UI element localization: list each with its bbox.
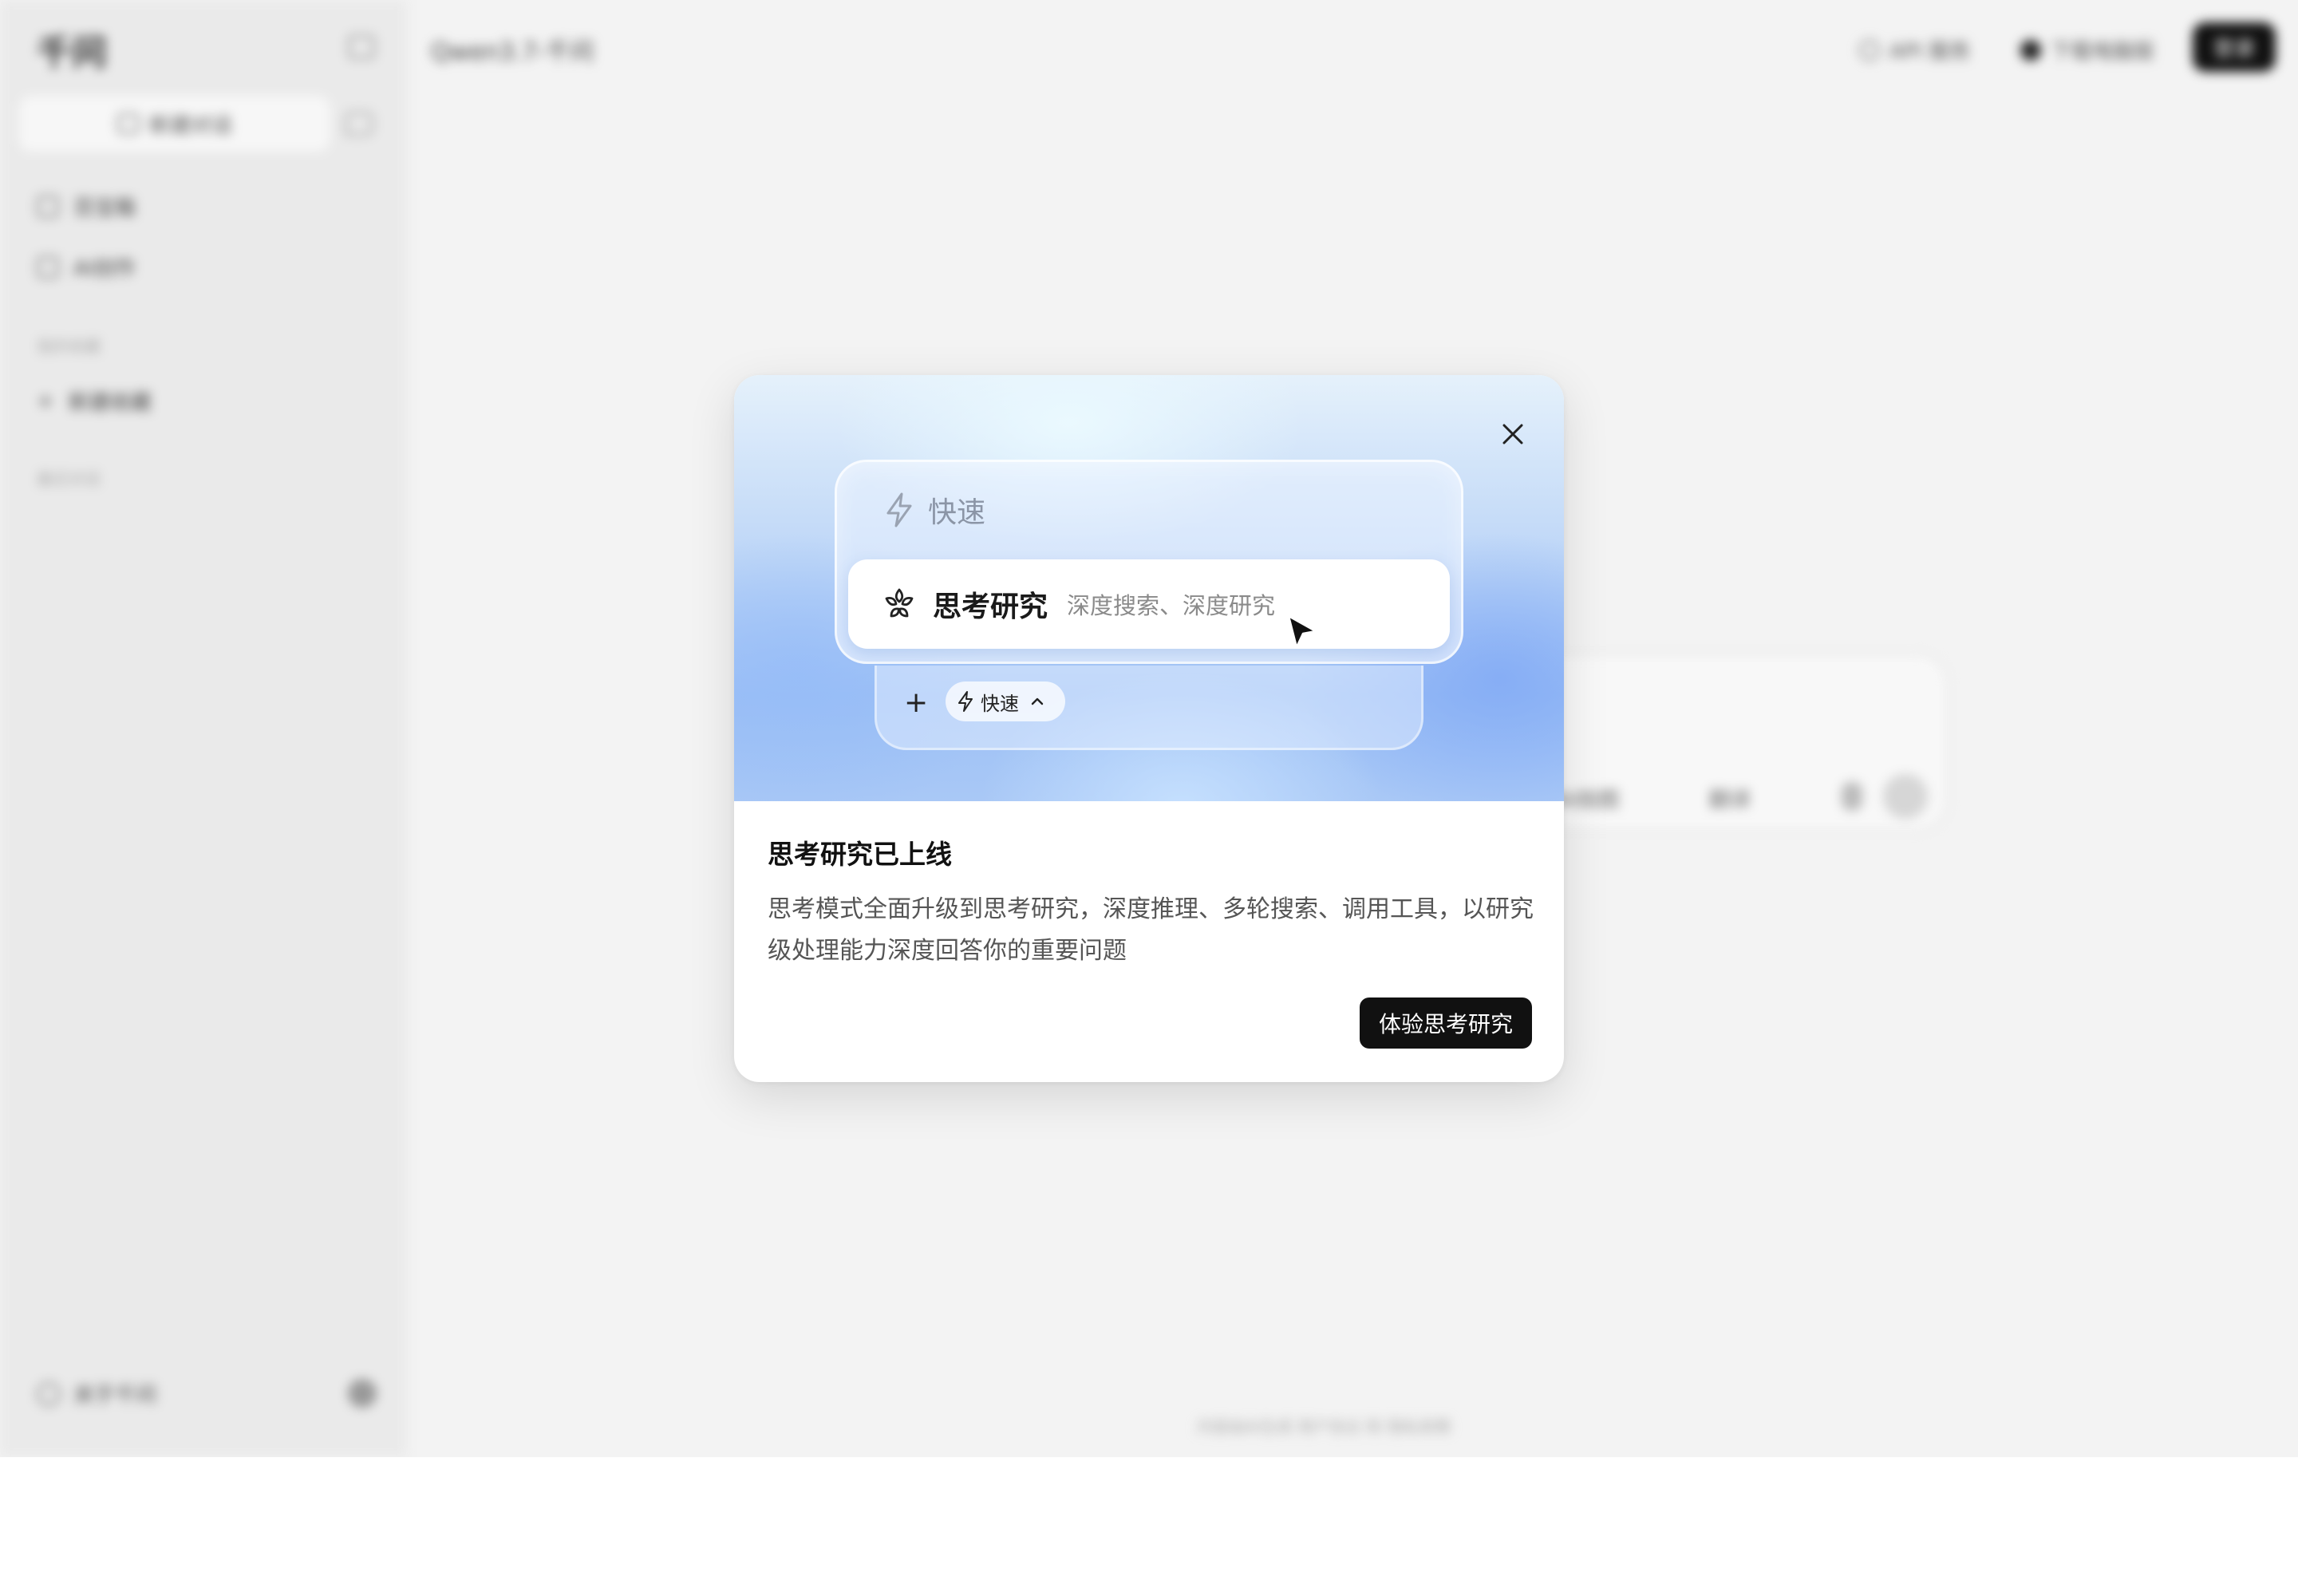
modal-description: 思考模式全面升级到思考研究，深度推理、多轮搜索、调用工具，以研究级处理能力深度回…: [768, 895, 1534, 965]
sidebar-item-baibaoxiang[interactable]: 百宝箱: [37, 192, 136, 221]
mode-option-fast: 快速: [883, 489, 985, 531]
sidebar-item-label: 百宝箱: [73, 196, 136, 220]
login-button[interactable]: 登录: [2193, 22, 2276, 72]
mode-option-think-label: 思考研究: [933, 591, 1048, 623]
mode-chip-label: 快速: [981, 692, 1019, 715]
lightning-icon: [958, 691, 973, 712]
sidebar: 千问 新建对话 百宝箱 AI创作 我的收藏 + 新建收藏 最近对话 关于千问: [0, 0, 407, 1457]
new-chat-icon: [116, 113, 140, 134]
lightning-icon: [886, 492, 912, 527]
box-icon: [37, 195, 59, 218]
close-button[interactable]: [1491, 412, 1535, 456]
mode-option-think-subtitle: 深度搜索、深度研究: [1067, 592, 1276, 619]
mode-option-think-research: 思考研究 深度搜索、深度研究: [848, 559, 1450, 649]
new-chat-button[interactable]: 新建对话: [19, 96, 330, 152]
info-icon: [37, 1381, 61, 1406]
sidebar-section-pinned: 我的收藏: [37, 337, 101, 356]
sidebar-item-add-pinned[interactable]: + 新建收藏: [37, 386, 152, 416]
globe-icon: [1859, 39, 1880, 61]
sidebar-item-label: AI创作: [73, 257, 136, 281]
new-chat-label: 新建对话: [148, 113, 232, 138]
api-label: API 服务: [1889, 40, 1971, 64]
sidebar-collapse-icon[interactable]: [348, 35, 375, 59]
app-logo: 千问: [37, 33, 107, 73]
input-bar-illustration: + 快速: [875, 666, 1423, 750]
modal-content: 思考研究已上线 思考模式全面升级到思考研究，深度推理、多轮搜索、调用工具，以研究…: [768, 833, 1534, 972]
mouse-pointer-icon: [1287, 614, 1317, 649]
sidebar-section-recent: 最近对话: [37, 469, 101, 488]
download-label: 下载电脑版: [2051, 40, 2155, 64]
about-button[interactable]: 关于千问: [37, 1379, 156, 1408]
send-button[interactable]: [1883, 774, 1928, 819]
input-tool-translate[interactable]: 翻译: [1709, 784, 1751, 813]
flower-icon: [885, 588, 914, 618]
plus-icon: +: [904, 686, 929, 719]
mode-option-fast-label: 快速: [928, 496, 986, 529]
modal-title: 思考研究已上线: [768, 839, 952, 870]
mode-chip: 快速: [946, 681, 1065, 721]
api-service-link[interactable]: API 服务: [1859, 35, 1970, 65]
modal-hero-illustration: 快速 思考研究 深度搜索、深度研究 + 快速: [734, 375, 1564, 801]
about-label: 关于千问: [73, 1384, 157, 1408]
sidebar-item-ai-create[interactable]: AI创作: [37, 252, 135, 282]
input-tool-ai-image[interactable]: AI拍图: [1558, 784, 1619, 813]
mode-picker-illustration: 快速 思考研究 深度搜索、深度研究: [835, 460, 1463, 664]
footer-disclaimer: 内容由AI生成 用户协议 和 隐私政策: [1197, 1417, 1451, 1436]
feature-announcement-modal: 快速 思考研究 深度搜索、深度研究 + 快速 思考研究已上线 思考模式全面升级到…: [734, 375, 1564, 1082]
microphone-icon[interactable]: [1842, 782, 1862, 811]
model-selector[interactable]: Qwen3.7-千问: [431, 32, 594, 67]
chat-history-icon[interactable]: [345, 112, 373, 136]
close-icon: [1502, 424, 1523, 444]
apple-icon: [2020, 39, 2041, 61]
download-desktop-link[interactable]: 下载电脑版: [2020, 35, 2154, 65]
create-icon: [37, 255, 59, 279]
avatar[interactable]: [348, 1379, 377, 1408]
chevron-up-icon: [1031, 697, 1044, 705]
plus-icon: +: [37, 389, 54, 413]
try-think-research-button[interactable]: 体验思考研究: [1360, 998, 1532, 1049]
sidebar-item-label: 新建收藏: [68, 391, 152, 415]
